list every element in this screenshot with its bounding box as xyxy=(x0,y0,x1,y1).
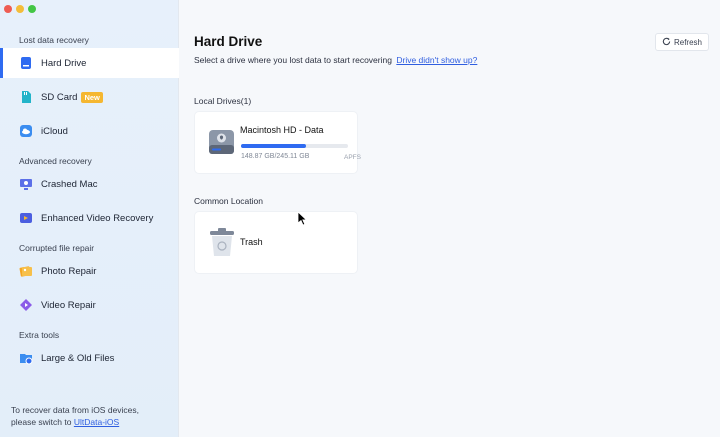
main-panel: Hard Drive Select a drive where you lost… xyxy=(179,0,720,437)
section-label-lost: Lost data recovery xyxy=(19,35,89,45)
large-files-icon xyxy=(17,350,34,367)
sidebar-item-label: Video Repair xyxy=(41,299,96,311)
photo-repair-icon xyxy=(17,263,34,280)
subtitle-text: Select a drive where you lost data to st… xyxy=(194,55,392,65)
sidebar-item-label: Enhanced Video Recovery xyxy=(41,212,154,224)
location-card-trash[interactable]: Trash xyxy=(195,212,357,273)
section-label-corrupted: Corrupted file repair xyxy=(19,243,95,253)
sidebar-item-label: SD Card xyxy=(41,91,78,103)
mouse-cursor-icon xyxy=(297,211,308,231)
drive-not-shown-link[interactable]: Drive didn't show up? xyxy=(396,55,477,65)
hard-drive-icon xyxy=(17,55,34,72)
footer-text: please switch to xyxy=(11,417,72,427)
drive-name: Macintosh HD - Data xyxy=(240,125,324,135)
sd-card-icon xyxy=(17,89,34,106)
new-badge: New xyxy=(81,91,103,103)
sidebar-item-sd-card[interactable]: SD Card New xyxy=(0,82,179,112)
sidebar-item-enhanced-video-recovery[interactable]: Enhanced Video Recovery xyxy=(0,203,179,233)
drive-size: 148.87 GB/245.11 GB xyxy=(241,153,310,160)
minimize-window-button[interactable] xyxy=(16,5,24,13)
trash-label: Trash xyxy=(240,237,263,247)
sidebar-item-label: Large & Old Files xyxy=(41,352,115,364)
window-controls xyxy=(4,5,36,13)
sidebar-item-photo-repair[interactable]: Photo Repair xyxy=(0,256,179,286)
sidebar-item-video-repair[interactable]: Video Repair xyxy=(0,290,179,320)
refresh-icon xyxy=(662,37,671,48)
drive-usage-fill xyxy=(241,144,307,148)
sidebar-item-label: Crashed Mac xyxy=(41,178,98,190)
refresh-label: Refresh xyxy=(673,37,702,47)
sidebar-item-label: Photo Repair xyxy=(41,265,97,277)
close-window-button[interactable] xyxy=(4,5,12,13)
maximize-window-button[interactable] xyxy=(28,5,36,13)
common-location-label: Common Location xyxy=(194,196,263,206)
crashed-mac-icon xyxy=(17,176,34,193)
sidebar-item-large-old-files[interactable]: Large & Old Files xyxy=(0,343,179,373)
sidebar-item-icloud[interactable]: iCloud xyxy=(0,116,179,146)
video-repair-icon xyxy=(17,297,34,314)
video-recovery-icon xyxy=(17,210,34,227)
hard-disk-icon xyxy=(208,128,235,161)
section-label-extra: Extra tools xyxy=(19,330,60,340)
ultdata-ios-link[interactable]: UltData-iOS xyxy=(74,417,119,427)
page-subtitle: Select a drive where you lost data to st… xyxy=(194,55,477,65)
drive-card-macintosh-hd[interactable]: Macintosh HD - Data 148.87 GB/245.11 GB … xyxy=(195,112,361,173)
sidebar-item-label: iCloud xyxy=(41,125,68,137)
local-drives-label: Local Drives(1) xyxy=(194,96,252,106)
refresh-button[interactable]: Refresh xyxy=(655,33,709,51)
sidebar-item-crashed-mac[interactable]: Crashed Mac xyxy=(0,169,179,199)
drive-filesystem: APFS xyxy=(344,154,361,161)
sidebar: Lost data recovery Hard Drive SD Card Ne… xyxy=(0,0,179,437)
footer-line-2: please switch to UltData-iOS xyxy=(11,416,139,428)
section-label-advanced: Advanced recovery xyxy=(19,156,92,166)
sidebar-footer: To recover data from iOS devices, please… xyxy=(11,404,139,428)
footer-line-1: To recover data from iOS devices, xyxy=(11,405,140,415)
icloud-icon xyxy=(17,123,34,140)
app-window: Lost data recovery Hard Drive SD Card Ne… xyxy=(0,0,720,437)
sidebar-item-label: Hard Drive xyxy=(41,57,87,69)
page-title: Hard Drive xyxy=(194,34,263,49)
drive-usage-bar xyxy=(241,144,348,148)
trash-icon xyxy=(209,228,235,263)
sidebar-item-hard-drive[interactable]: Hard Drive xyxy=(0,48,179,78)
